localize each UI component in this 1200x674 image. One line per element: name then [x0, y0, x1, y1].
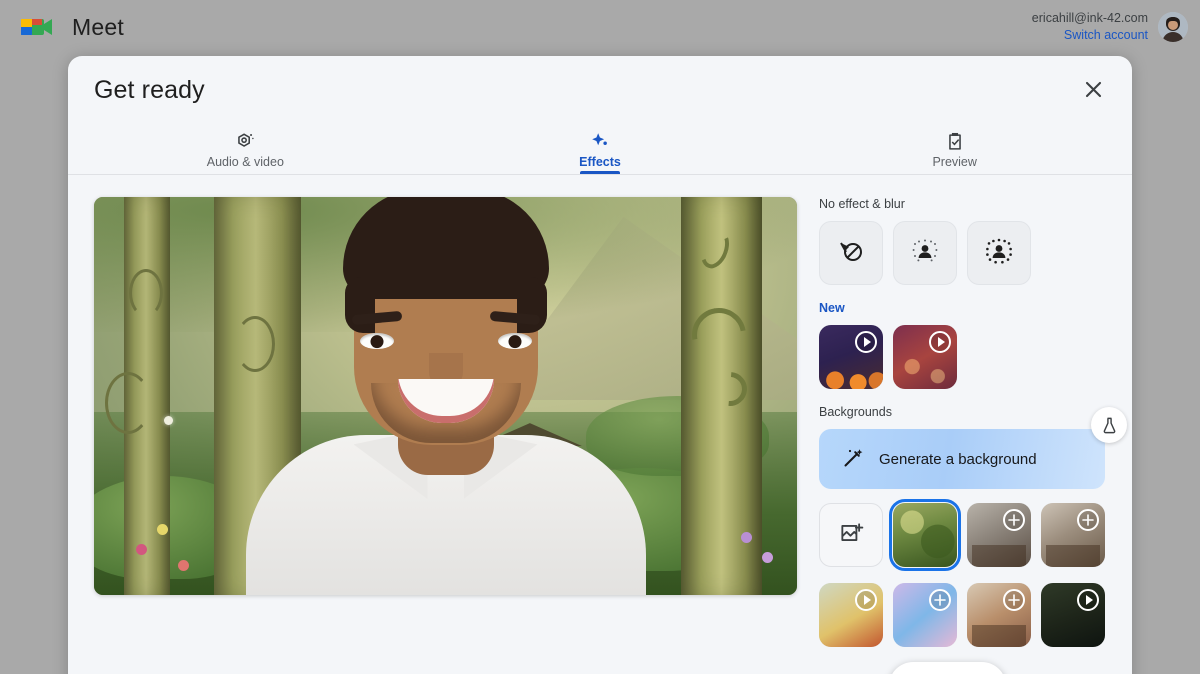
backgrounds-row-2 [813, 583, 1132, 647]
tab-effects-label: Effects [579, 155, 621, 169]
person-hair [342, 197, 549, 333]
background-vine [129, 268, 164, 317]
thumbnail-art [893, 503, 957, 567]
background-night-forest-video[interactable] [1041, 583, 1105, 647]
play-badge-icon [929, 331, 951, 353]
person-eye [497, 333, 532, 349]
upload-background-button[interactable] [819, 503, 883, 567]
generate-background-button[interactable]: Generate a background [819, 407, 1127, 489]
new-background-halloween-pumpkins[interactable] [819, 325, 883, 389]
brand: Meet [18, 12, 124, 42]
play-badge-icon [855, 331, 877, 353]
background-room-360[interactable] [967, 503, 1031, 567]
add-image-icon [838, 520, 864, 551]
background-forest[interactable] [889, 499, 961, 571]
page-title: Get ready [94, 76, 205, 104]
video-column [68, 197, 803, 674]
new-section-label: New [819, 301, 845, 315]
blur-slight-icon [910, 236, 940, 271]
top-bar: Meet ericahill@ink-42.com Switch account [0, 0, 1200, 54]
tab-audio-video-label: Audio & video [206, 155, 284, 169]
no-effect-section-label: No effect & blur [819, 197, 905, 211]
dialog-body: No effect & blur New Backgrounds Generat… [68, 175, 1132, 674]
effect-buttons-row [813, 221, 1132, 285]
account-text: ericahill@ink-42.com Switch account [1032, 10, 1148, 44]
background-pastel-video[interactable] [893, 583, 957, 647]
no-effect-slash-icon [837, 237, 865, 270]
play-badge-icon [1077, 589, 1099, 611]
close-icon [1085, 81, 1102, 101]
magic-wand-icon [841, 446, 865, 473]
video-360-badge-icon [1003, 589, 1025, 611]
background-petal [740, 532, 752, 544]
new-background-halloween-scene[interactable] [893, 325, 957, 389]
flask-icon[interactable] [1091, 407, 1127, 443]
background-petal [761, 552, 773, 564]
close-button[interactable] [1076, 74, 1110, 108]
tab-effects[interactable]: Effects [423, 121, 778, 174]
account-area: ericahill@ink-42.com Switch account [1032, 10, 1188, 44]
meet-logo-icon [18, 12, 58, 42]
sparkle-icon [589, 131, 611, 153]
tab-preview[interactable]: Preview [777, 121, 1132, 174]
full-blur-button[interactable] [967, 221, 1031, 285]
tab-bar: Audio & video Effects Preview [68, 122, 1132, 175]
avatar[interactable] [1158, 12, 1188, 42]
generate-background-label: Generate a background [879, 450, 1037, 468]
video-360-badge-icon [1077, 509, 1099, 531]
tab-preview-label: Preview [932, 155, 977, 169]
background-shop-video[interactable] [967, 583, 1031, 647]
tab-audio-video[interactable]: Audio & video [68, 121, 423, 174]
background-vine [104, 372, 151, 435]
background-kitchen-video[interactable] [819, 583, 883, 647]
backgrounds-section-label: Backgrounds [819, 405, 892, 419]
clipboard-check-icon [944, 131, 966, 153]
dialog-header: Get ready [68, 56, 1132, 122]
switch-account-link[interactable]: Switch account [1032, 27, 1148, 44]
get-ready-dialog: Get ready Audio & video Effects Preview … [68, 56, 1132, 674]
video-360-badge-icon [1003, 509, 1025, 531]
play-badge-icon [855, 589, 877, 611]
self-view-person [236, 197, 656, 595]
backgrounds-row-1 [813, 499, 1132, 571]
effects-panel: No effect & blur New Backgrounds Generat… [803, 197, 1132, 674]
page-root: Meet ericahill@ink-42.com Switch account… [0, 0, 1200, 674]
account-email: ericahill@ink-42.com [1031, 11, 1148, 26]
no-effect-button[interactable] [819, 221, 883, 285]
self-view-video[interactable] [94, 197, 797, 595]
blur-full-icon [984, 236, 1014, 271]
background-lounge-360[interactable] [1041, 503, 1105, 567]
audio-video-icon [234, 131, 256, 153]
slight-blur-button[interactable] [893, 221, 957, 285]
new-items-row [813, 325, 1132, 389]
person-eye [359, 333, 394, 349]
video-360-badge-icon [929, 589, 951, 611]
brand-name: Meet [72, 13, 124, 40]
filters-button[interactable]: Filters [889, 662, 1007, 674]
